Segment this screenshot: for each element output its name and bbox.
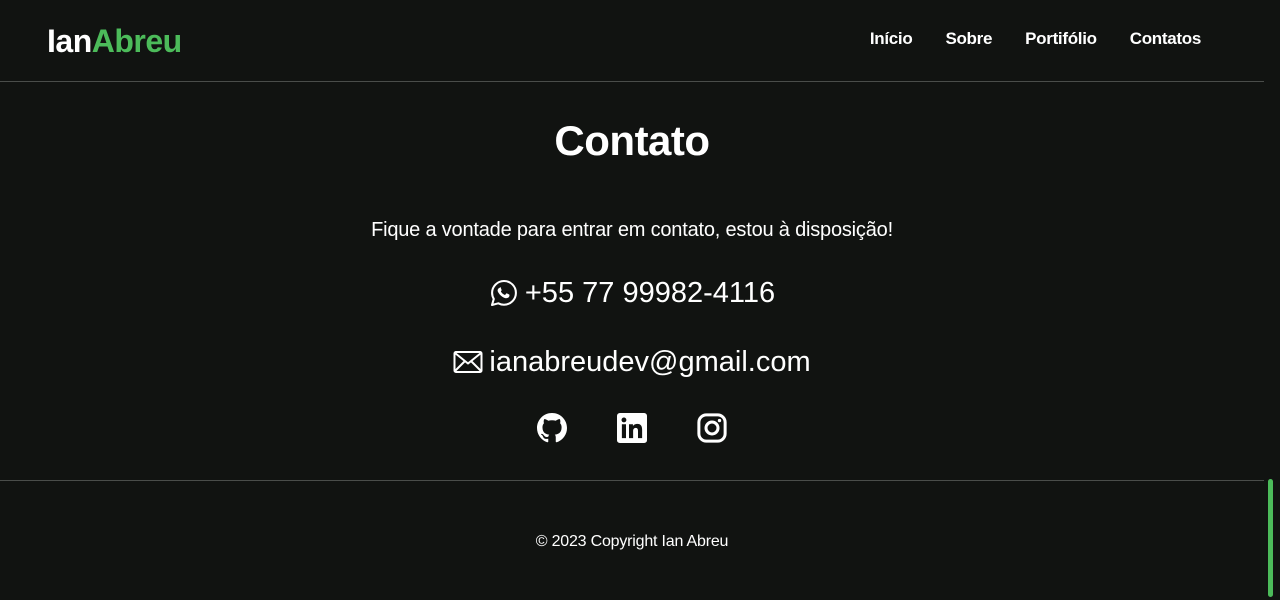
github-icon [537, 413, 567, 443]
nav-link-portifolio[interactable]: Portifólio [1025, 28, 1097, 50]
phone-row[interactable]: +55 77 99982-4116 [0, 275, 1264, 311]
contact-section: Contato Fique a vontade para entrar em c… [0, 83, 1264, 481]
email-address: ianabreudev@gmail.com [489, 346, 811, 378]
whatsapp-icon [489, 278, 519, 308]
logo-first: Ian [47, 23, 92, 59]
nav-link-inicio[interactable]: Início [870, 28, 913, 50]
logo[interactable]: IanAbreu [47, 22, 182, 60]
email-row[interactable]: ianabreudev@gmail.com [0, 344, 1264, 380]
logo-second: Abreu [91, 23, 182, 59]
instagram-link[interactable] [697, 413, 727, 443]
instagram-icon [697, 413, 727, 443]
nav-link-sobre[interactable]: Sobre [945, 28, 992, 50]
linkedin-icon [617, 413, 647, 443]
scrollbar-thumb[interactable] [1268, 479, 1273, 597]
site-header: IanAbreu Início Sobre Portifólio Contato… [0, 0, 1264, 82]
site-footer: © 2023 Copyright Ian Abreu [0, 531, 1264, 553]
phone-number: +55 77 99982-4116 [524, 277, 776, 309]
github-link[interactable] [537, 413, 567, 443]
contact-subtitle: Fique a vontade para entrar em contato, … [371, 219, 893, 241]
nav-link-contatos[interactable]: Contatos [1130, 28, 1202, 50]
linkedin-link[interactable] [617, 413, 647, 443]
copyright-text: © 2023 Copyright Ian Abreu [535, 533, 729, 550]
section-title: Contato [554, 117, 710, 164]
envelope-icon [453, 349, 483, 375]
social-links [0, 413, 1264, 443]
page: IanAbreu Início Sobre Portifólio Contato… [0, 0, 1280, 600]
main-nav: Início Sobre Portifólio Contatos [870, 28, 1201, 50]
